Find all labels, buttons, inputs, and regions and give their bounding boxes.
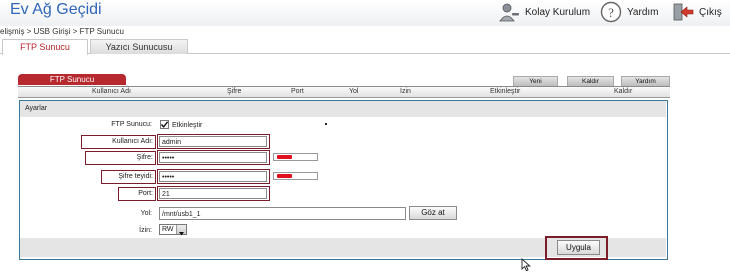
help-label: Yardım [627,6,659,18]
path-label: Yol: [140,210,152,217]
path-input[interactable]: /mnt/usb1_1 [159,207,406,220]
username-label: Kullanıcı Adı: [112,138,153,145]
col-permission: İzin [400,88,411,95]
settings-title-bar [20,101,666,117]
confirm-strength-meter [273,172,318,180]
password-strength-meter [273,153,318,161]
triangle-down-icon [179,232,184,236]
svg-text:?: ? [608,5,614,20]
enable-checkbox[interactable] [160,120,169,129]
username-input[interactable]: admin [159,136,267,147]
breadcrumb: elişmiş > USB Girişi > FTP Sunucu [0,27,124,36]
logout-label: Çıkış [699,6,722,18]
col-port: Port [291,88,304,95]
confirm-password-input[interactable]: ••••• [159,171,267,182]
help-button[interactable]: ? Yardım [600,0,659,24]
panel-title: FTP Sunucu [18,74,126,85]
dropdown-arrow-button[interactable] [176,225,186,236]
dot-marker [325,123,327,125]
door-exit-icon [673,3,694,21]
password-input[interactable]: ••••• [159,152,267,163]
checkmark-icon [160,121,169,128]
quick-setup-label: Kolay Kurulum [525,6,591,18]
col-username: Kullanıcı Adı [92,88,131,95]
question-circle-icon: ? [600,1,622,23]
permission-select[interactable]: RW [159,224,187,236]
enable-label: Etkinleştir [172,122,203,129]
logout-button[interactable]: Çıkış [672,0,722,24]
permission-label: İzin: [139,227,152,234]
quick-setup-button[interactable]: Kolay Kurulum [498,0,590,24]
app-title: Ev Ağ Geçidi [10,1,102,18]
port-input[interactable]: 21 [159,188,267,199]
col-enable: Etkinleştir [490,88,521,95]
tab-ftp-server[interactable]: FTP Sunucu [2,39,88,55]
ftp-server-label: FTP Sunucu: [111,121,152,128]
tab-printer-server[interactable]: Yazıcı Sunucusu [90,39,188,54]
confirm-password-label: Şifre teyidi: [118,173,153,180]
wrench-person-icon [499,3,519,22]
col-password: Şifre [227,88,242,95]
permission-value: RW [162,226,174,233]
browse-button[interactable]: Göz at [409,206,457,220]
col-remove: Kaldır [614,88,633,95]
port-label: Port: [138,190,153,197]
mouse-pointer-icon [521,258,531,272]
password-label: Şifre: [136,154,153,161]
apply-button[interactable]: Uygula [557,240,600,255]
col-path: Yol [349,88,359,95]
settings-title: Ayarlar [25,105,48,112]
